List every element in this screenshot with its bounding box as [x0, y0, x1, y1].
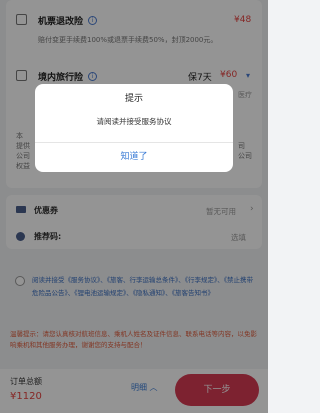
- booking-page: 机票退改险 i ¥48 赔付变更手续费100%或退票手续费50%，封顶2000元…: [0, 0, 268, 413]
- dialog-title: 提示: [124, 94, 143, 104]
- modal-overlay[interactable]: [0, 0, 268, 413]
- dialog-ok-button[interactable]: 知道了: [35, 143, 233, 172]
- alert-dialog: 提示 请阅读并接受服务协议 知道了: [35, 84, 233, 172]
- dialog-message: 请阅读并接受服务协议: [96, 117, 172, 126]
